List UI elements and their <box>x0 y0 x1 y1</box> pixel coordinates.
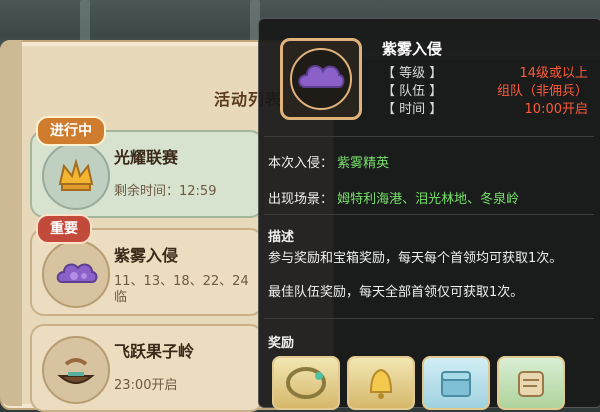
current-invasion-line: 本次入侵： 紫雾精英 <box>268 152 389 171</box>
divider <box>264 318 594 319</box>
scene-line: 出现场景： 姆特利海港、泪光林地、冬泉岭 <box>268 188 519 207</box>
scene-label: 出现场景： <box>268 192 334 207</box>
event-label-time: 【 时间 】 <box>382 102 443 117</box>
reward-chest-icon[interactable] <box>422 356 490 410</box>
activity-time: 剩余时间：12:59 <box>114 184 217 199</box>
event-value-level: 14级或以上 <box>519 66 588 81</box>
activity-dates-cont: 临 <box>114 290 128 305</box>
activity-title: 光耀联赛 <box>114 148 179 167</box>
activity-card-fruit-ridge[interactable]: 飞跃果子岭 23:00开启 <box>30 324 264 412</box>
cloud-icon <box>42 240 110 308</box>
panel-edge <box>0 40 22 406</box>
event-icon-frame <box>280 38 362 120</box>
current-invasion-label: 本次入侵： <box>268 156 334 171</box>
crown-icon <box>42 142 110 210</box>
current-invasion-value: 紫雾精英 <box>337 156 390 171</box>
event-value-time: 10:00开启 <box>524 102 588 117</box>
status-badge-important: 重要 <box>36 214 92 244</box>
event-title: 紫雾入侵 <box>382 40 443 58</box>
activity-title: 紫雾入侵 <box>114 246 179 265</box>
description-title: 描述 <box>268 230 295 245</box>
divider <box>264 136 594 137</box>
event-label-team: 【 队伍 】 <box>382 84 443 99</box>
description-line-1: 参与奖励和宝箱奖励，每天每个首领均可获取1次。 <box>268 251 563 266</box>
event-value-team: 组队（非佣兵） <box>496 84 588 99</box>
description-line-2: 最佳队伍奖励，每天全部首领仅可获取1次。 <box>268 285 524 300</box>
scene-value: 姆特利海港、泪光林地、冬泉岭 <box>337 192 520 207</box>
activity-time: 23:00开启 <box>114 378 178 393</box>
divider <box>264 214 594 215</box>
reward-title: 奖励 <box>268 336 295 351</box>
activity-title: 飞跃果子岭 <box>114 342 195 361</box>
activity-dates: 11、13、18、22、24 <box>114 274 249 289</box>
reward-ring-icon[interactable] <box>272 356 340 410</box>
boat-icon <box>42 336 110 404</box>
event-label-level: 【 等级 】 <box>382 66 443 81</box>
status-badge-in-progress: 进行中 <box>36 116 106 146</box>
reward-scroll-icon[interactable] <box>497 356 565 410</box>
reward-bell-icon[interactable] <box>347 356 415 410</box>
